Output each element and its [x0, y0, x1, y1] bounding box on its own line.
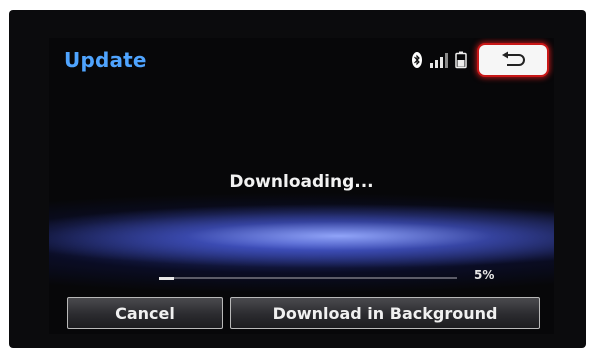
signal-strength-icon	[430, 53, 448, 68]
download-in-background-button[interactable]: Download in Background	[230, 297, 540, 329]
update-screen: Update Downloading... 5% Cancel Download…	[49, 38, 554, 334]
progress-percent: 5%	[474, 268, 495, 282]
bluetooth-icon	[412, 52, 422, 68]
back-button[interactable]	[479, 45, 547, 75]
page-title: Update	[64, 48, 147, 72]
return-arrow-icon	[502, 51, 525, 66]
status-message: Downloading...	[229, 172, 374, 192]
battery-icon	[455, 51, 467, 69]
progress-fill	[159, 276, 174, 280]
cancel-button[interactable]: Cancel	[67, 297, 223, 329]
download-progress-bar	[159, 276, 457, 280]
